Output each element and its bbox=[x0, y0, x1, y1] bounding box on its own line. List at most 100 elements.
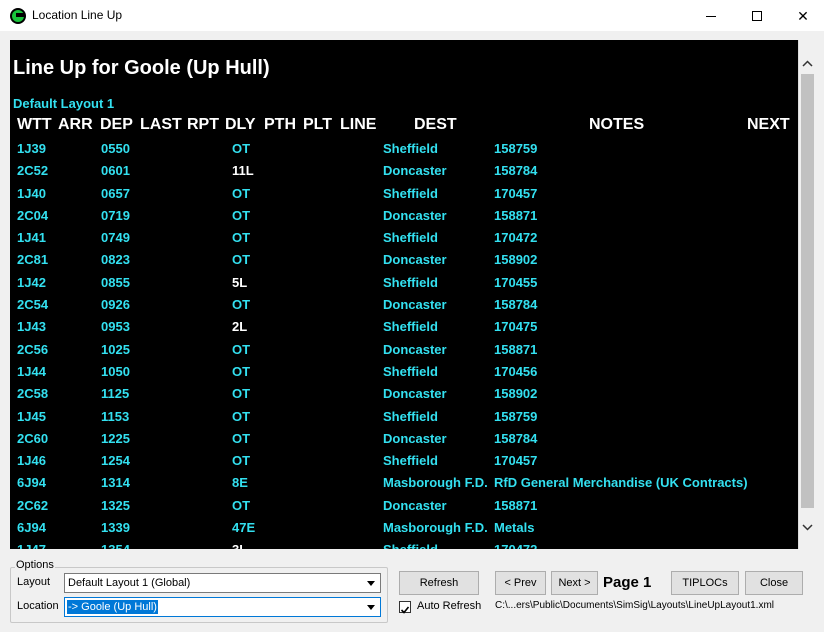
cell-dest: Doncaster bbox=[383, 163, 447, 179]
cell-wtt: 1J39 bbox=[17, 141, 46, 156]
cell-dep: 1354 bbox=[101, 542, 130, 549]
cell-dep: 0823 bbox=[101, 252, 130, 268]
cell-wtt: 2C52 bbox=[17, 163, 49, 179]
close-window-button[interactable]: ✕ bbox=[780, 0, 824, 32]
table-row[interactable]: 2C60 1225 OT Doncaster 158784 bbox=[10, 428, 798, 450]
cell-dest: Doncaster bbox=[383, 252, 447, 268]
cell-notes: 170457 bbox=[494, 453, 538, 469]
cell-dly: 5L bbox=[232, 274, 248, 290]
col-header-line: LINE bbox=[340, 116, 377, 133]
table-row[interactable]: 1J40 0657 OT Sheffield 170457 bbox=[10, 183, 798, 205]
cell-dep: 1254 bbox=[101, 453, 130, 469]
table-row[interactable]: 1J46 1254 OT Sheffield 170457 bbox=[10, 450, 798, 472]
cell-dep: 0601 bbox=[101, 163, 130, 179]
scrollbar-thumb[interactable] bbox=[801, 74, 814, 508]
cell-dep: 1025 bbox=[101, 341, 130, 357]
cell-dest: Sheffield bbox=[383, 453, 438, 469]
cell-notes: 158784 bbox=[494, 430, 538, 446]
close-button[interactable]: Close bbox=[745, 571, 803, 595]
cell-dly: 11L bbox=[232, 163, 254, 179]
table-row[interactable]: 6J94 1314 8E Masborough F.D. RfD General Mer… bbox=[10, 472, 798, 494]
cell-wtt: 1J46 bbox=[17, 453, 46, 469]
cell-notes: 170456 bbox=[494, 363, 538, 379]
cell-dest: Doncaster bbox=[383, 207, 447, 223]
cell-wtt: 2C54 bbox=[17, 297, 49, 313]
cell-dly: OT bbox=[232, 252, 251, 268]
next-page-button[interactable]: Next > bbox=[551, 571, 598, 595]
vertical-scrollbar[interactable] bbox=[798, 40, 815, 549]
cell-dly: OT bbox=[232, 341, 251, 357]
dropdown-arrow-icon bbox=[363, 575, 379, 591]
prev-page-button[interactable]: < Prev bbox=[495, 571, 546, 595]
col-header-pth: PTH bbox=[264, 116, 296, 133]
table-row[interactable]: 1J43 0953 2L Sheffield 170475 bbox=[10, 316, 798, 338]
layout-select-value: Default Layout 1 (Global) bbox=[68, 577, 191, 589]
table-row[interactable]: 1J44 1050 OT Sheffield 170456 bbox=[10, 361, 798, 383]
table-row[interactable]: 2C54 0926 OT Doncaster 158784 bbox=[10, 294, 798, 316]
cell-notes: 170475 bbox=[494, 319, 538, 335]
location-select-value: -> Goole (Up Hull) bbox=[67, 600, 158, 614]
cell-notes: 158871 bbox=[494, 497, 538, 513]
col-header-wtt: WTT bbox=[17, 116, 52, 133]
cell-notes: 170472 bbox=[494, 230, 538, 246]
title-bar: Location Line Up ✕ bbox=[0, 0, 824, 32]
cell-dep: 1125 bbox=[101, 386, 130, 402]
refresh-button[interactable]: Refresh bbox=[399, 571, 479, 595]
table-row[interactable]: 2C62 1325 OT Doncaster 158871 bbox=[10, 495, 798, 517]
table-row[interactable]: 1J42 0855 5L Sheffield 170455 bbox=[10, 272, 798, 294]
table-row[interactable]: 2C52 0601 11L Doncaster 158784 bbox=[10, 160, 798, 182]
tiplocs-button[interactable]: TIPLOCs bbox=[671, 571, 739, 595]
cell-dest: Doncaster bbox=[383, 341, 447, 357]
maximize-button[interactable] bbox=[734, 0, 780, 32]
cell-notes: 158902 bbox=[494, 252, 538, 268]
cell-dly: 8E bbox=[232, 475, 248, 491]
table-row[interactable]: 1J41 0749 OT Sheffield 170472 bbox=[10, 227, 798, 249]
lineup-heading: Line Up for Goole (Up Hull) bbox=[13, 57, 270, 79]
lineup-rows: 1J39 0550 OT Sheffield 158759 2C52 0601 11L Donc… bbox=[10, 138, 798, 549]
table-row[interactable]: 1J47 1354 3L Sheffield 170472 bbox=[10, 539, 798, 549]
cell-dly: 47E bbox=[232, 520, 256, 536]
cell-dest: Masborough F.D. bbox=[383, 520, 488, 536]
close-icon: ✕ bbox=[797, 7, 809, 24]
cell-dest: Sheffield bbox=[383, 408, 438, 424]
cell-dep: 1050 bbox=[101, 363, 130, 379]
cell-dep: 0953 bbox=[101, 319, 130, 335]
cell-dep: 1314 bbox=[101, 475, 130, 491]
table-row[interactable]: 6J94 1339 47E Masborough F.D. Metals bbox=[10, 517, 798, 539]
auto-refresh-label[interactable]: Auto Refresh bbox=[417, 600, 481, 612]
cell-dly: OT bbox=[232, 363, 251, 379]
cell-wtt: 1J40 bbox=[17, 185, 46, 201]
cell-wtt: 2C56 bbox=[17, 341, 49, 357]
minimize-button[interactable] bbox=[688, 0, 734, 32]
layout-label: Layout bbox=[17, 576, 51, 588]
cell-dest: Sheffield bbox=[383, 141, 438, 156]
cell-dest: Sheffield bbox=[383, 363, 438, 379]
layout-select[interactable]: Default Layout 1 (Global) bbox=[64, 573, 381, 593]
col-header-plt: PLT bbox=[303, 116, 333, 133]
lineup-display[interactable]: Line Up for Goole (Up Hull) Default Layo… bbox=[10, 40, 798, 549]
cell-wtt: 1J45 bbox=[17, 408, 46, 424]
table-row[interactable]: 1J45 1153 OT Sheffield 158759 bbox=[10, 406, 798, 428]
auto-refresh-checkbox[interactable] bbox=[399, 601, 411, 614]
cell-notes: 170455 bbox=[494, 274, 538, 290]
cell-notes: 170457 bbox=[494, 185, 538, 201]
options-legend: Options bbox=[15, 559, 55, 571]
cell-notes: 170472 bbox=[494, 542, 537, 549]
app-icon bbox=[10, 8, 26, 24]
table-row[interactable]: 2C81 0823 OT Doncaster 158902 bbox=[10, 249, 798, 271]
cell-wtt: 2C04 bbox=[17, 207, 49, 223]
location-select[interactable]: -> Goole (Up Hull) bbox=[64, 597, 381, 617]
table-row[interactable]: 2C56 1025 OT Doncaster 158871 bbox=[10, 339, 798, 361]
checkmark-icon bbox=[400, 606, 410, 614]
table-row[interactable]: 2C58 1125 OT Doncaster 158902 bbox=[10, 383, 798, 405]
scroll-down-button[interactable] bbox=[799, 518, 816, 536]
cell-dly: OT bbox=[232, 430, 251, 446]
cell-dep: 0719 bbox=[101, 207, 130, 223]
table-row[interactable]: 1J39 0550 OT Sheffield 158759 bbox=[10, 138, 798, 160]
table-row[interactable]: 2C04 0719 OT Doncaster 158871 bbox=[10, 205, 798, 227]
cell-dest: Doncaster bbox=[383, 297, 447, 313]
scroll-up-button[interactable] bbox=[799, 54, 816, 72]
cell-dly: OT bbox=[232, 297, 251, 313]
cell-wtt: 2C58 bbox=[17, 386, 49, 402]
cell-dest: Sheffield bbox=[383, 185, 438, 201]
